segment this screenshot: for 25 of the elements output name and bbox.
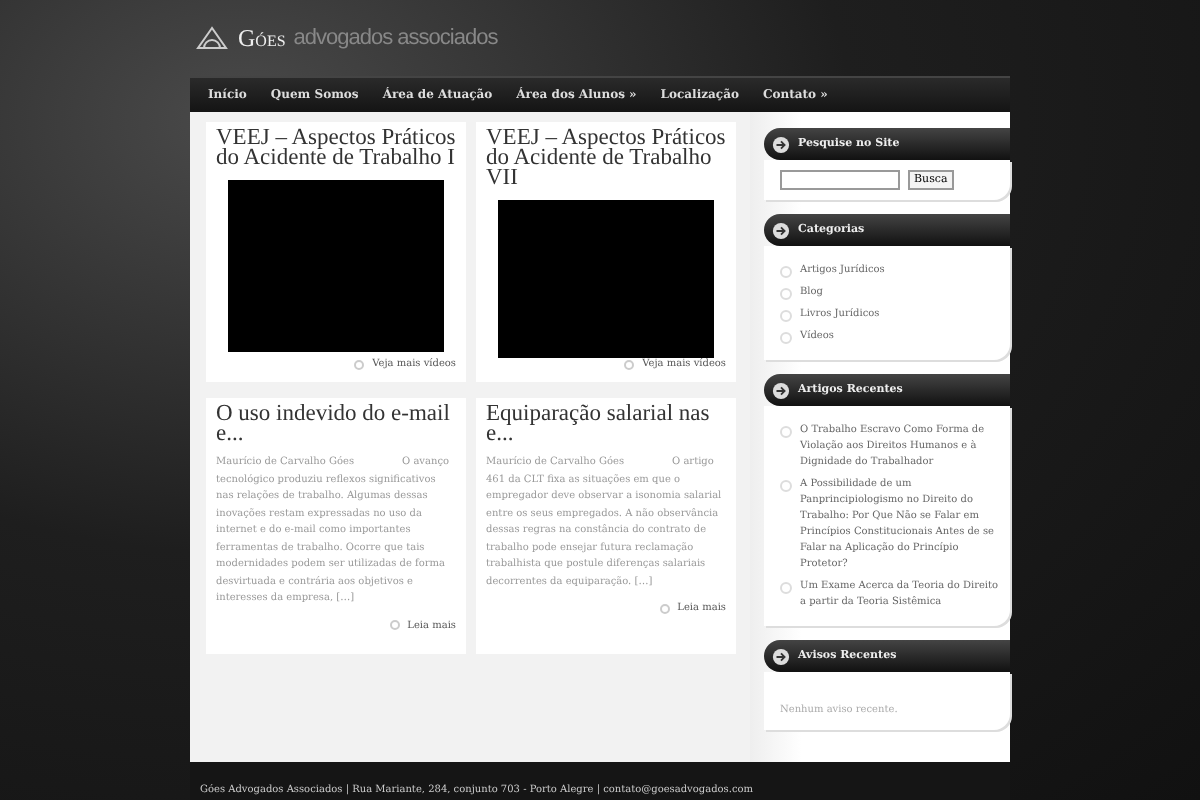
logo-name: Góes xyxy=(238,23,286,53)
arrow-right-circle-icon xyxy=(772,381,790,399)
bullet-icon xyxy=(780,288,792,300)
bullet-icon xyxy=(624,359,635,369)
bullet-icon xyxy=(780,266,792,278)
arrow-right-circle-icon xyxy=(772,221,790,239)
arrow-right-circle-icon xyxy=(772,647,790,665)
logo-icon xyxy=(194,26,230,50)
bullet-icon xyxy=(780,426,792,438)
bullet-icon xyxy=(780,332,792,344)
video-player[interactable] xyxy=(498,200,714,358)
arrow-right-circle-icon xyxy=(772,135,790,153)
bullet-icon xyxy=(780,310,792,322)
bullet-icon xyxy=(659,603,670,613)
logo-tagline: advogados associados xyxy=(293,26,498,50)
video-player[interactable] xyxy=(228,180,444,352)
post-title[interactable]: O uso indevido do e-mail e... xyxy=(216,404,456,444)
bullet-icon xyxy=(780,480,792,492)
bullet-icon xyxy=(780,582,792,594)
search-field[interactable] xyxy=(780,170,900,190)
post-title[interactable]: VEEJ – Aspectos Práticos do Acidente de Trabalho I xyxy=(216,128,456,168)
bullet-icon xyxy=(389,620,400,630)
post-title[interactable]: Equiparação salarial nas e... xyxy=(486,404,726,444)
bullet-icon xyxy=(354,359,365,369)
post-title[interactable]: VEEJ – Aspectos Práticos do Acidente de Trabalho VII xyxy=(486,128,726,188)
